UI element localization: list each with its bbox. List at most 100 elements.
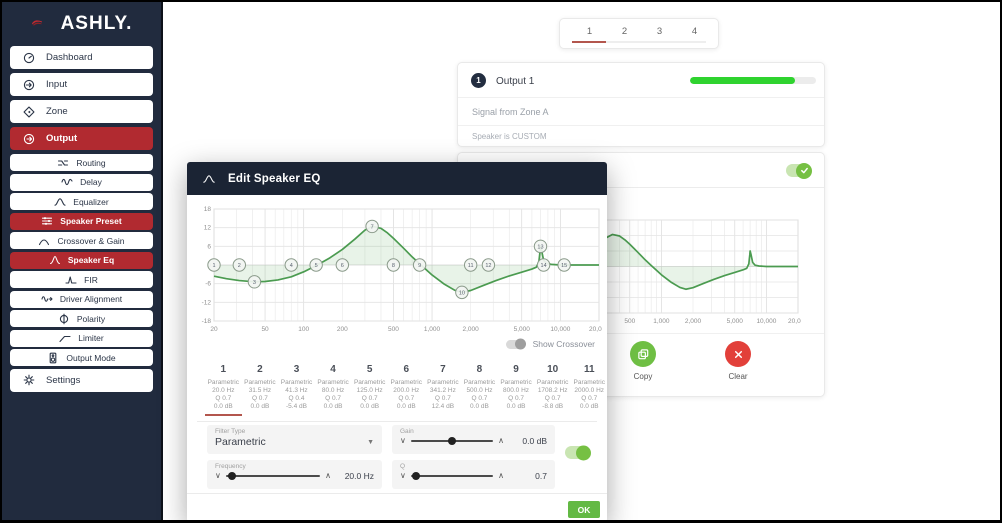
sidebar-item-routing[interactable]: Routing	[10, 154, 153, 171]
band-type: Parametric	[280, 379, 313, 386]
band-gain: 0.0 dB	[213, 403, 233, 410]
eq-band-handle-2[interactable]: 2	[232, 258, 247, 272]
gain-label: Gain	[400, 428, 414, 435]
speaker-eq-graph[interactable]: 181260-6-12-1820501002005001,0002,0005,0…	[198, 205, 607, 341]
eq-band-handle-15[interactable]: 15	[557, 258, 571, 272]
eq-band-6[interactable]: 6 Parametric 200.0 Hz Q 0.7 0.0 dB	[388, 364, 425, 416]
frequency-slider[interactable]	[225, 472, 321, 480]
eq-band-4[interactable]: 4 Parametric 80.0 Hz Q 0.7 0.0 dB	[315, 364, 352, 416]
q-slider-thumb[interactable]	[411, 472, 420, 480]
tab-2[interactable]: 2	[607, 26, 642, 37]
sidebar-item-driver-alignment[interactable]: Driver Alignment	[10, 290, 153, 308]
tab-3[interactable]: 3	[642, 26, 677, 37]
sidebar-item-speaker-preset[interactable]: Speaker Preset	[10, 212, 153, 230]
eq-band-handle-1[interactable]: 1	[207, 258, 221, 272]
gain-slider[interactable]	[410, 437, 494, 445]
eq-band-1[interactable]: 1 Parametric 20.0 Hz Q 0.7 0.0 dB	[205, 364, 242, 416]
tab-1[interactable]: 1	[572, 26, 607, 37]
sidebar-item-polarity[interactable]: Polarity	[10, 310, 153, 327]
sidebar-item-label: Dashboard	[46, 52, 93, 63]
eq-band-handle-4[interactable]: 4	[284, 258, 298, 272]
frequency-slider-thumb[interactable]	[227, 472, 236, 480]
show-crossover-toggle[interactable]	[505, 338, 526, 350]
filter-type-label: Filter Type	[215, 428, 246, 435]
gain-increment-button[interactable]: ∧	[498, 437, 504, 445]
sidebar-item-input[interactable]: Input	[10, 73, 153, 96]
sidebar-item-fir[interactable]: FIR	[10, 271, 153, 288]
sidebar-item-dashboard[interactable]: Dashboard	[10, 46, 153, 69]
ok-button[interactable]: OK	[568, 501, 600, 518]
q-increment-button[interactable]: ∧	[498, 472, 504, 480]
eq-band-3[interactable]: 3 Parametric 41.3 Hz Q 0.4 -5.4 dB	[278, 364, 315, 416]
filter-type-select[interactable]: Filter Type Parametric ▼	[207, 425, 382, 454]
eq-band-7[interactable]: 7 Parametric 341.2 Hz Q 0.7 12.4 dB	[425, 364, 462, 416]
copy-icon	[630, 341, 656, 367]
band-number: 10	[547, 364, 559, 375]
eq-band-handle-11[interactable]: 11	[463, 258, 478, 272]
svg-text:1,000: 1,000	[653, 318, 670, 325]
band-gain: 0.0 dB	[506, 403, 526, 410]
gain-slider-thumb[interactable]	[448, 437, 456, 445]
dashboard-gauge-icon	[23, 52, 35, 64]
gain-decrement-button[interactable]: ∨	[400, 437, 406, 445]
sidebar-item-equalizer[interactable]: Equalizer	[10, 193, 153, 210]
copy-button[interactable]: Copy	[615, 341, 671, 381]
eq-band-handle-9[interactable]: 9	[412, 258, 427, 272]
frequency-decrement-button[interactable]: ∨	[215, 472, 221, 480]
eq-band-handle-5[interactable]: 5	[309, 258, 323, 272]
sidebar-item-speaker-eq[interactable]: Speaker Eq	[10, 251, 153, 269]
tab-4[interactable]: 4	[677, 26, 712, 37]
signal-source-row[interactable]: Signal from Zone A	[458, 98, 824, 126]
band-number: 9	[513, 364, 519, 375]
eq-band-handle-3[interactable]: 3	[247, 275, 262, 289]
eq-band-handle-13[interactable]: 13	[533, 239, 548, 254]
polarity-phase-icon	[58, 313, 70, 325]
eq-band-handle-8[interactable]: 8	[386, 258, 401, 272]
svg-text:10: 10	[459, 290, 465, 296]
sidebar-item-zone[interactable]: Zone	[10, 100, 153, 123]
svg-text:200: 200	[337, 326, 348, 333]
eq-band-10[interactable]: 10 Parametric 1708.2 Hz Q 0.7 -8.8 dB	[534, 364, 571, 416]
eq-band-5[interactable]: 5 Parametric 125.0 Hz Q 0.7 0.0 dB	[351, 364, 388, 416]
eq-band-11[interactable]: 11 Parametric 2000.0 Hz Q 0.7 0.0 dB	[571, 364, 607, 416]
svg-text:-12: -12	[202, 299, 212, 306]
band-gain: 12.4 dB	[431, 403, 455, 410]
sidebar-item-crossover-gain[interactable]: Crossover & Gain	[10, 232, 153, 249]
band-frequency: 500.0 Hz	[466, 387, 493, 394]
svg-text:-18: -18	[202, 318, 212, 325]
modal-title: Edit Speaker EQ	[228, 172, 321, 185]
limiter-knee-icon	[59, 332, 71, 344]
eq-band-handle-12[interactable]: 12	[481, 258, 496, 272]
sidebar-item-output-mode[interactable]: Output Mode	[10, 349, 153, 366]
eq-band-handle-10[interactable]: 10	[455, 285, 469, 300]
q-slider[interactable]	[410, 472, 494, 480]
speaker-eq-bell-icon	[49, 254, 61, 266]
eq-band-8[interactable]: 8 Parametric 500.0 Hz Q 0.7 0.0 dB	[461, 364, 498, 416]
svg-text:6: 6	[341, 263, 344, 269]
svg-text:2,000: 2,000	[685, 318, 702, 325]
sidebar-item-settings[interactable]: Settings	[10, 368, 153, 392]
band-frequency: 125.0 Hz	[356, 387, 383, 394]
sidebar-item-label: Equalizer	[73, 196, 109, 207]
eq-band-handle-7[interactable]: 7	[365, 219, 379, 234]
sidebar-item-limiter[interactable]: Limiter	[10, 329, 153, 347]
svg-text:7: 7	[371, 224, 374, 230]
clear-button[interactable]: Clear	[710, 341, 766, 381]
speaker-eq-enable-toggle[interactable]	[786, 162, 812, 179]
sidebar-item-output[interactable]: Output	[10, 127, 153, 150]
eq-band-2[interactable]: 2 Parametric 31.5 Hz Q 0.7 0.0 dB	[242, 364, 279, 416]
band-strip: 1 Parametric 20.0 Hz Q 0.7 0.0 dB 2 Parametric…	[205, 364, 607, 416]
speaker-preset-row[interactable]: Speaker is CUSTOM	[458, 126, 824, 147]
sidebar-item-delay[interactable]: Delay	[10, 173, 153, 191]
q-decrement-button[interactable]: ∨	[400, 472, 406, 480]
frequency-increment-button[interactable]: ∧	[325, 472, 331, 480]
svg-text:1,000: 1,000	[424, 326, 441, 333]
eq-band-9[interactable]: 9 Parametric 800.0 Hz Q 0.7 0.0 dB	[498, 364, 535, 416]
eq-band-handle-14[interactable]: 14	[536, 258, 551, 272]
eq-band-handle-6[interactable]: 6	[335, 258, 350, 272]
band-strip-scroll-track[interactable]	[197, 421, 597, 422]
band-enable-toggle[interactable]	[565, 445, 591, 460]
band-frequency: 2000.0 Hz	[574, 387, 605, 394]
speaker-preset-sliders-icon	[41, 215, 53, 227]
svg-text:1: 1	[212, 263, 215, 269]
